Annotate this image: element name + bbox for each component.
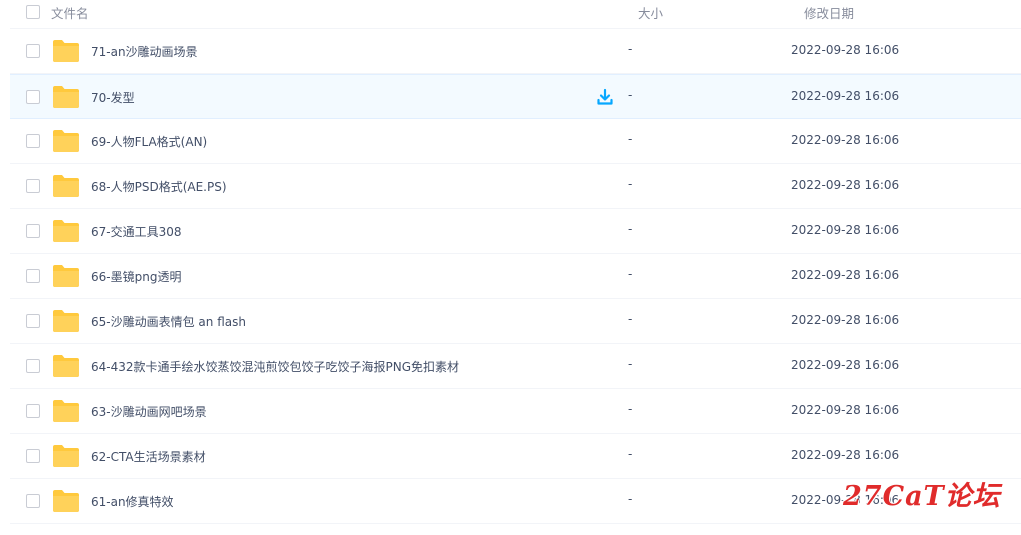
row-checkbox[interactable] (26, 179, 40, 193)
file-date: 2022-09-28 16:06 (791, 133, 900, 147)
watermark: 27CaT论坛 (843, 481, 1001, 512)
folder-icon (52, 85, 80, 109)
file-name[interactable]: 65-沙雕动画表情包 an flash (91, 313, 246, 330)
header-size[interactable]: 大小 (638, 3, 663, 22)
header-date[interactable]: 修改日期 (804, 3, 854, 22)
row-checkbox[interactable] (26, 449, 40, 463)
row-checkbox[interactable] (26, 44, 40, 58)
file-name[interactable]: 61-an修真特效 (91, 493, 174, 510)
file-name[interactable]: 64-432款卡通手绘水饺蒸饺混沌煎饺包饺子吃饺子海报PNG免扣素材 (91, 358, 459, 375)
file-name[interactable]: 71-an沙雕动画场景 (91, 43, 198, 60)
file-size: - (628, 402, 633, 416)
folder-icon (52, 129, 80, 153)
folder-icon (52, 174, 80, 198)
file-size: - (628, 312, 633, 326)
file-date: 2022-09-28 16:06 (791, 223, 900, 237)
table-row[interactable]: 63-沙雕动画网吧场景 - 2022-09-28 16:06 (10, 389, 1021, 434)
folder-icon (52, 489, 80, 513)
table-row[interactable]: 66-墨镜png透明 - 2022-09-28 16:06 (10, 254, 1021, 299)
folder-icon (52, 219, 80, 243)
file-name[interactable]: 69-人物FLA格式(AN) (91, 133, 207, 150)
file-size: - (628, 177, 633, 191)
row-checkbox[interactable] (26, 404, 40, 418)
file-list: 文件名 大小 修改日期 71-an沙雕动画场景 - 2022-09-28 16:06… (0, 0, 1021, 535)
row-checkbox[interactable] (26, 134, 40, 148)
table-row[interactable]: 71-an沙雕动画场景 - 2022-09-28 16:06 (10, 29, 1021, 74)
table-row[interactable]: 64-432款卡通手绘水饺蒸饺混沌煎饺包饺子吃饺子海报PNG免扣素材 - 2022-… (10, 344, 1021, 389)
header-name[interactable]: 文件名 (51, 3, 89, 22)
file-size: - (628, 447, 633, 461)
row-checkbox[interactable] (26, 90, 40, 104)
file-date: 2022-09-28 16:06 (791, 178, 900, 192)
file-size: - (628, 222, 633, 236)
table-row[interactable]: 65-沙雕动画表情包 an flash - 2022-09-28 16:06 (10, 299, 1021, 344)
table-row[interactable]: 68-人物PSD格式(AE.PS) - 2022-09-28 16:06 (10, 164, 1021, 209)
row-checkbox[interactable] (26, 494, 40, 508)
file-name[interactable]: 67-交通工具308 (91, 223, 182, 240)
select-all-checkbox[interactable] (26, 5, 40, 19)
file-date: 2022-09-28 16:06 (791, 268, 900, 282)
file-name[interactable]: 70-发型 (91, 89, 135, 106)
file-size: - (628, 267, 633, 281)
file-size: - (628, 88, 633, 102)
file-size: - (628, 42, 633, 56)
file-name[interactable]: 68-人物PSD格式(AE.PS) (91, 178, 227, 195)
file-date: 2022-09-28 16:06 (791, 403, 900, 417)
row-checkbox[interactable] (26, 224, 40, 238)
folder-icon (52, 39, 80, 63)
file-date: 2022-09-28 16:06 (791, 43, 900, 57)
folder-icon (52, 444, 80, 468)
table-row[interactable]: 67-交通工具308 - 2022-09-28 16:06 (10, 209, 1021, 254)
table-row[interactable]: 70-发型 - 2022-09-28 16:06 (10, 74, 1021, 119)
file-date: 2022-09-28 16:06 (791, 358, 900, 372)
file-date: 2022-09-28 16:06 (791, 448, 900, 462)
folder-icon (52, 399, 80, 423)
list-header: 文件名 大小 修改日期 (10, 0, 1021, 29)
row-checkbox[interactable] (26, 269, 40, 283)
file-size: - (628, 492, 633, 506)
row-checkbox[interactable] (26, 314, 40, 328)
file-size: - (628, 357, 633, 371)
file-size: - (628, 132, 633, 146)
download-icon[interactable] (596, 88, 614, 106)
folder-icon (52, 354, 80, 378)
file-date: 2022-09-28 16:06 (791, 313, 900, 327)
file-name[interactable]: 66-墨镜png透明 (91, 268, 181, 285)
file-name[interactable]: 62-CTA生活场景素材 (91, 448, 206, 465)
folder-icon (52, 264, 80, 288)
folder-icon (52, 309, 80, 333)
table-row[interactable]: 62-CTA生活场景素材 - 2022-09-28 16:06 (10, 434, 1021, 479)
file-date: 2022-09-28 16:06 (791, 89, 900, 103)
row-checkbox[interactable] (26, 359, 40, 373)
file-name[interactable]: 63-沙雕动画网吧场景 (91, 403, 207, 420)
table-row[interactable]: 69-人物FLA格式(AN) - 2022-09-28 16:06 (10, 119, 1021, 164)
